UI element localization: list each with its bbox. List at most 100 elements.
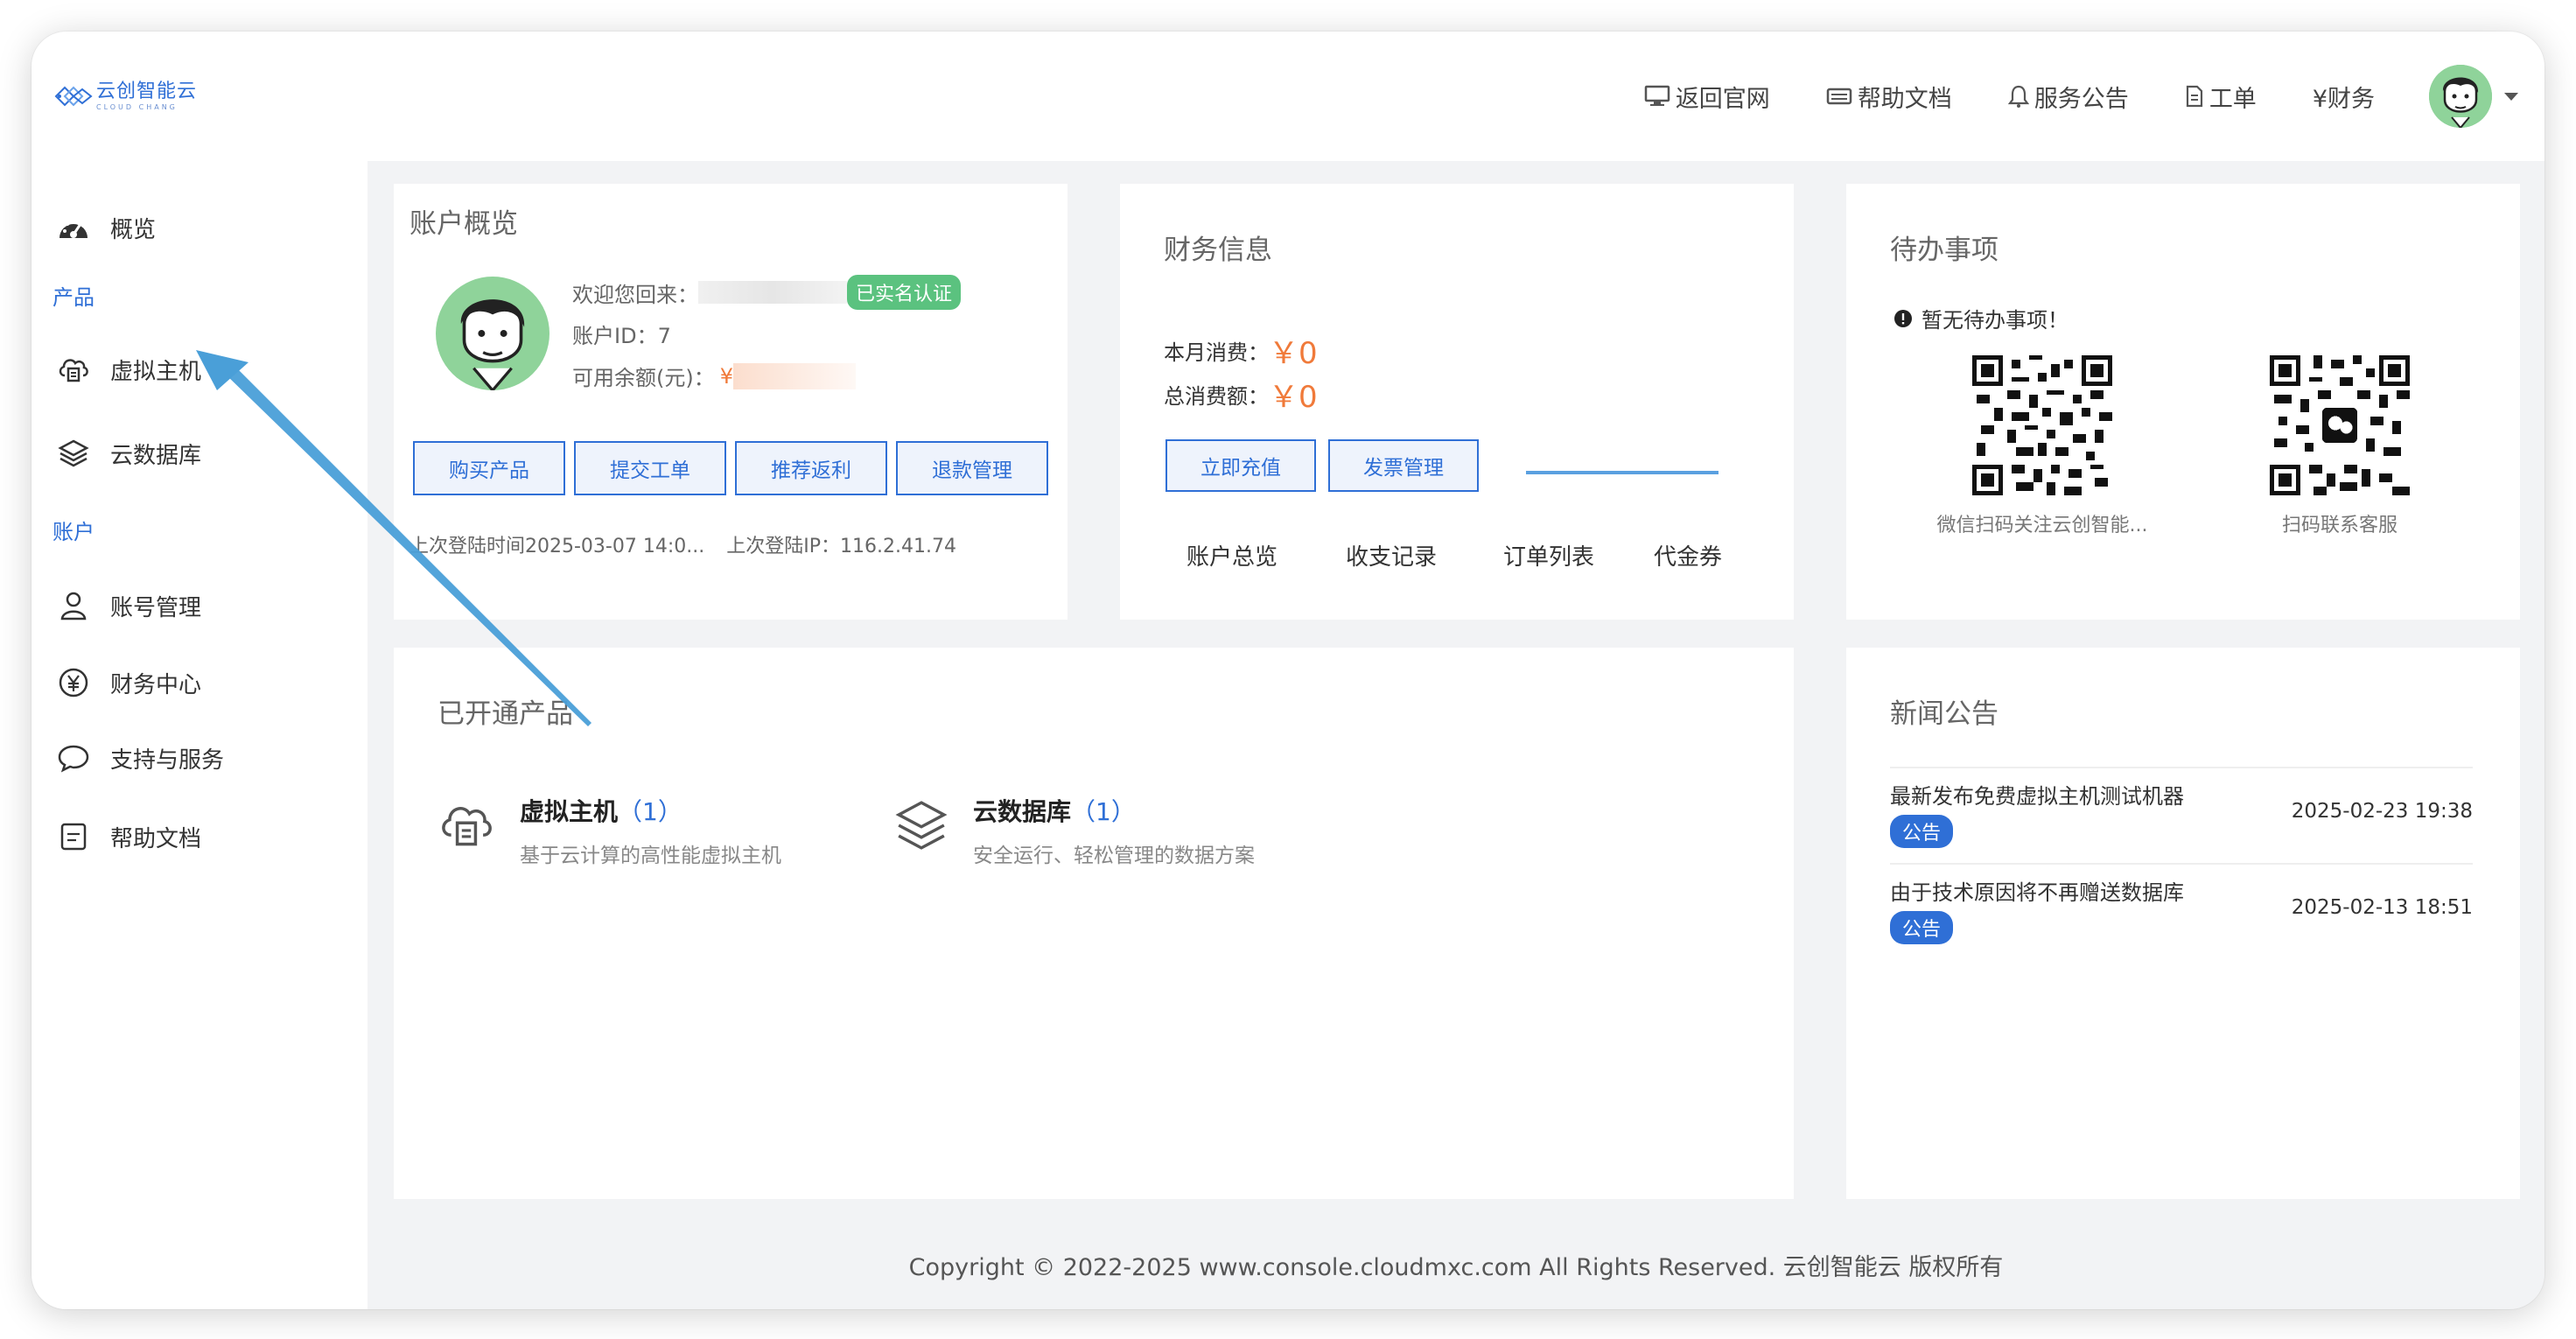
card-title: 新闻公告 bbox=[1890, 698, 1998, 730]
sidebar-item-label: 虚拟主机 bbox=[110, 358, 202, 385]
product-clouddb[interactable]: 云数据库（1） 安全运行、轻松管理的数据方案 bbox=[894, 793, 1255, 868]
month-spend-label: 本月消费： bbox=[1164, 340, 1269, 365]
sidebar-item-finance[interactable]: 财务中心 bbox=[56, 665, 201, 700]
total-spend-row: 总消费额： ￥0 bbox=[1164, 373, 1318, 416]
nav-announcements-label: 服务公告 bbox=[2034, 85, 2129, 113]
sidebar-item-support[interactable]: 支持与服务 bbox=[56, 740, 224, 775]
brand-name: 云创智能云 bbox=[96, 80, 198, 102]
news-date: 2025-02-13 18:51 bbox=[2291, 896, 2473, 919]
account-id-value: 7 bbox=[657, 324, 671, 348]
divider bbox=[1890, 767, 2473, 768]
top-bar: 云创智能云 CLOUD CHANG 返回官网 帮助文档 服务公告 工单 ¥财务 bbox=[32, 32, 2544, 161]
redacted-balance bbox=[733, 362, 857, 389]
tab-vouchers[interactable]: 代金券 bbox=[1654, 539, 1722, 571]
card-title: 账户概览 bbox=[410, 208, 518, 240]
nav-announcements[interactable]: 服务公告 bbox=[2007, 80, 2129, 114]
welcome-label: 欢迎您回来： bbox=[572, 282, 698, 307]
last-login-row: 上次登陆时间2025-03-07 14:0... 上次登陆IP：116.2.41… bbox=[410, 530, 956, 558]
invoice-management-button[interactable]: 发票管理 bbox=[1328, 439, 1479, 492]
copyright-footer: Copyright © 2022-2025 www.console.cloudm… bbox=[908, 1254, 2004, 1281]
nav-official-site[interactable]: 返回官网 bbox=[1644, 80, 1770, 114]
user-icon bbox=[56, 588, 91, 623]
total-spend-value: ￥0 bbox=[1269, 380, 1318, 415]
sidebar-item-account[interactable]: 账号管理 bbox=[56, 588, 201, 623]
card-title: 待办事项 bbox=[1890, 235, 1998, 266]
top-nav: 返回官网 帮助文档 服务公告 工单 ¥财务 bbox=[1588, 65, 2518, 128]
avatar-face-icon bbox=[2429, 65, 2492, 128]
balance-row: 可用余额(元)： ¥ bbox=[572, 361, 857, 391]
sidebar-item-label: 帮助文档 bbox=[110, 825, 202, 852]
refund-management-button[interactable]: 退款管理 bbox=[896, 441, 1048, 495]
news-item[interactable]: 由于技术原因将不再赠送数据库 公告 2025-02-13 18:51 bbox=[1890, 875, 2473, 966]
sidebar: 概览 产品 虚拟主机 云数据库 账户 账号管理 财务中心 支持与服务 帮助文档 bbox=[32, 161, 368, 1309]
divider bbox=[1890, 863, 2473, 865]
sidebar-item-label: 账号管理 bbox=[110, 594, 202, 621]
last-login-ip: 116.2.41.74 bbox=[840, 536, 956, 557]
account-overview-card: 账户概览 欢迎您回来： 已实名认证 账户ID：7 可用余额(元)： ¥ 购买产品… bbox=[394, 184, 1068, 620]
keyboard-icon bbox=[1826, 88, 1852, 105]
app-window: 云创智能云 CLOUD CHANG 返回官网 帮助文档 服务公告 工单 ¥财务 … bbox=[32, 32, 2544, 1309]
card-title: 已开通产品 bbox=[438, 698, 573, 730]
exclamation-circle-icon bbox=[1894, 309, 1912, 327]
support-qr-caption: 扫码联系客服 bbox=[2281, 515, 2398, 536]
sidebar-item-clouddb[interactable]: 云数据库 bbox=[56, 436, 201, 471]
wechat-qr-code bbox=[1972, 355, 2112, 495]
last-login-time: 上次登陆时间2025-03-07 14:0... bbox=[410, 536, 705, 557]
sidebar-item-label: 云数据库 bbox=[110, 442, 202, 469]
dashboard-icon bbox=[56, 210, 91, 245]
cloud-server-icon bbox=[442, 807, 492, 846]
avatar bbox=[436, 277, 550, 390]
wechat-qr-caption: 微信扫码关注云创智能... bbox=[1936, 515, 2148, 536]
brand-name-en: CLOUD CHANG bbox=[96, 102, 178, 111]
monitor-icon bbox=[1644, 85, 1670, 106]
nav-tickets-label: 工单 bbox=[2208, 85, 2257, 113]
tab-orders[interactable]: 订单列表 bbox=[1503, 539, 1594, 571]
sidebar-item-help[interactable]: 帮助文档 bbox=[56, 819, 201, 854]
submit-ticket-button[interactable]: 提交工单 bbox=[574, 441, 726, 495]
document-icon bbox=[56, 819, 91, 854]
user-avatar[interactable] bbox=[2429, 65, 2492, 128]
month-spend-row: 本月消费： ￥0 bbox=[1164, 329, 1318, 372]
todo-empty-text: 暂无待办事项！ bbox=[1922, 308, 2068, 333]
brand-logo[interactable]: 云创智能云 CLOUD CHANG bbox=[52, 79, 197, 114]
logo-icon bbox=[54, 86, 93, 107]
product-count: （1） bbox=[618, 797, 682, 826]
nav-finance-label: ¥财务 bbox=[2312, 85, 2375, 113]
sidebar-item-vhost[interactable]: 虚拟主机 bbox=[56, 352, 201, 387]
nav-finance[interactable]: ¥财务 bbox=[2313, 80, 2375, 114]
product-vhost[interactable]: 虚拟主机（1） 基于云计算的高性能虚拟主机 bbox=[438, 793, 781, 868]
balance-value: ¥ bbox=[719, 363, 734, 389]
redacted-username bbox=[698, 281, 847, 304]
product-desc: 安全运行、轻松管理的数据方案 bbox=[973, 845, 1255, 867]
tab-account-overview[interactable]: 账户总览 bbox=[1186, 539, 1278, 571]
verified-badge: 已实名认证 bbox=[847, 275, 962, 310]
sidebar-item-overview[interactable]: 概览 bbox=[56, 210, 156, 245]
chat-bubble-icon bbox=[56, 740, 91, 775]
news-date: 2025-02-23 19:38 bbox=[2291, 800, 2473, 823]
chevron-down-icon[interactable] bbox=[2504, 92, 2518, 101]
sidebar-group-products: 产品 bbox=[52, 285, 94, 310]
last-login-ip-label: 上次登陆IP： bbox=[726, 536, 840, 557]
referral-button[interactable]: 推荐返利 bbox=[735, 441, 887, 495]
news-card: 新闻公告 最新发布免费虚拟主机测试机器 公告 2025-02-23 19:38 … bbox=[1846, 648, 2520, 1199]
month-spend-value: ￥0 bbox=[1269, 336, 1318, 371]
nav-help-docs[interactable]: 帮助文档 bbox=[1826, 80, 1952, 114]
news-tag: 公告 bbox=[1890, 815, 1954, 848]
news-item[interactable]: 最新发布免费虚拟主机测试机器 公告 2025-02-23 19:38 bbox=[1890, 779, 2473, 870]
layers-icon bbox=[56, 436, 91, 471]
welcome-row: 欢迎您回来： 已实名认证 bbox=[572, 275, 962, 310]
recharge-button[interactable]: 立即充值 bbox=[1166, 439, 1316, 492]
avatar-face-icon bbox=[460, 299, 525, 390]
cloud-server-icon bbox=[56, 352, 91, 387]
sidebar-group-account: 账户 bbox=[52, 520, 94, 544]
file-icon bbox=[2186, 85, 2202, 108]
support-qr-code bbox=[2270, 355, 2410, 495]
activated-products-card: 已开通产品 虚拟主机（1） 基于云计算的高性能虚拟主机 云数据库（1） 安全运行… bbox=[394, 648, 1794, 1199]
buy-products-button[interactable]: 购买产品 bbox=[413, 441, 565, 495]
nav-tickets[interactable]: 工单 bbox=[2185, 80, 2257, 114]
todo-empty-row: 暂无待办事项！ bbox=[1894, 303, 2068, 333]
bell-icon bbox=[2007, 85, 2029, 108]
tab-transactions[interactable]: 收支记录 bbox=[1346, 539, 1437, 571]
card-title: 财务信息 bbox=[1164, 235, 1272, 266]
total-spend-label: 总消费额： bbox=[1164, 384, 1269, 409]
